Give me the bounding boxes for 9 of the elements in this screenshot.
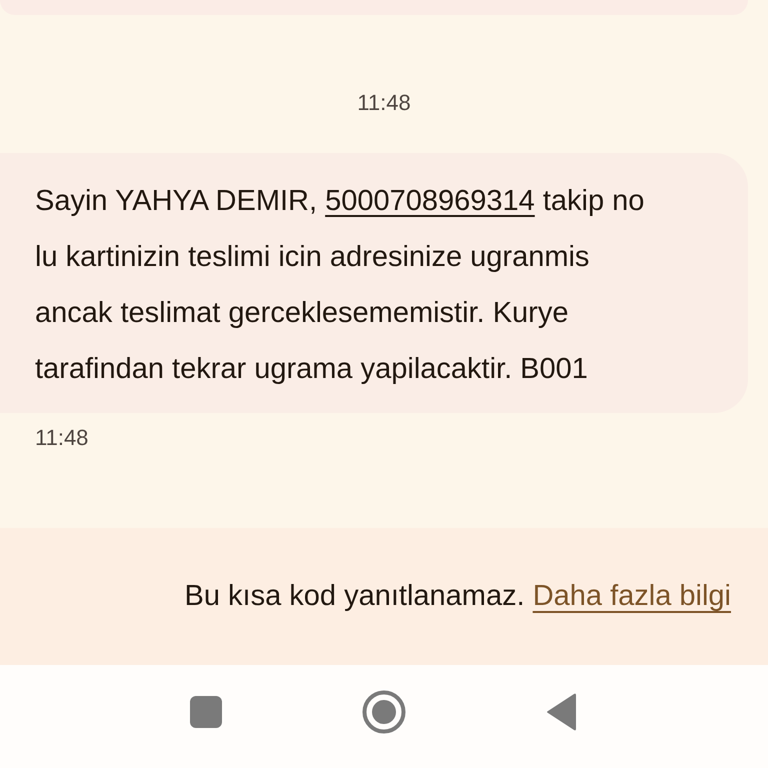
notice-text: Bu kısa kod yanıtlanamaz. Daha fazla bilgi (184, 580, 731, 613)
home-icon[interactable] (362, 690, 406, 734)
more-info-link[interactable]: Daha fazla bilgi (532, 580, 731, 612)
back-icon[interactable] (546, 692, 578, 730)
recents-icon[interactable] (190, 696, 222, 728)
message-text: Sayin YAHYA DEMIR, 5000708969314 takip no lu kartinizin teslimi icin adresinize ugranmis ancak teslimat gerceklesememistir. Kurye tarafindan tekrar ugrama yapilacaktir. B001 (35, 184, 646, 387)
tracking-number-link[interactable]: 5000708969314 (325, 185, 535, 217)
timestamp: 11:48 (35, 425, 90, 451)
timestamp: 11:48 (357, 90, 411, 116)
